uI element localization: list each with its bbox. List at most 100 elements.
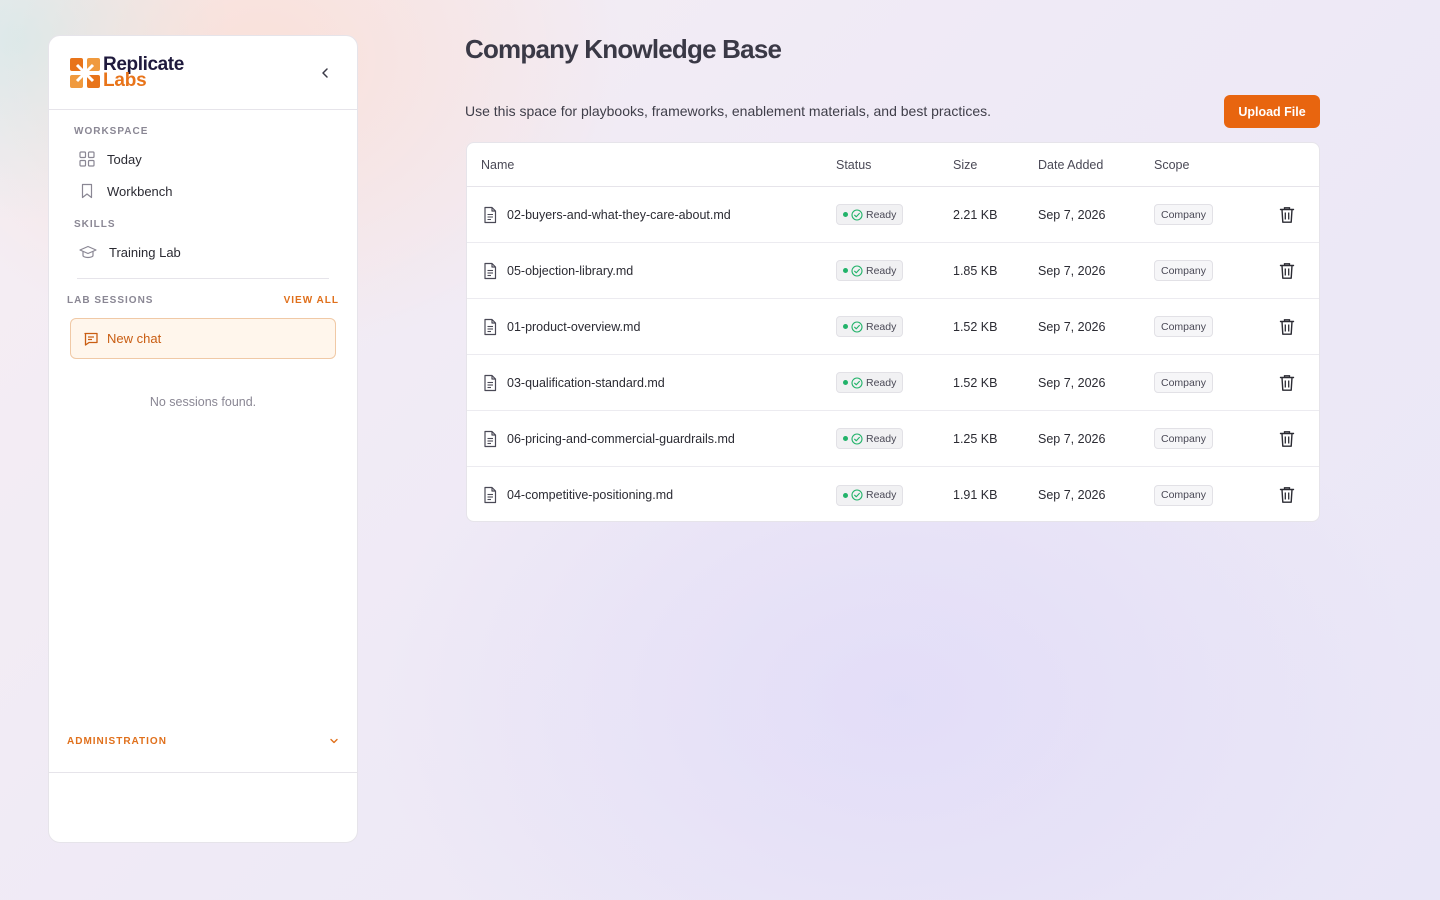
delete-file-button[interactable]: [1278, 486, 1296, 504]
file-size: 1.85 KB: [953, 263, 998, 278]
file-name-cell[interactable]: 04-competitive-positioning.md: [481, 486, 673, 504]
status-dot-icon: [843, 268, 848, 273]
table-row[interactable]: 03-qualification-standard.md Ready 1.52 …: [467, 355, 1319, 411]
status-badge: Ready: [836, 260, 904, 281]
scope-badge: Company: [1154, 484, 1213, 506]
status-dot-icon: [843, 492, 848, 498]
file-name-cell[interactable]: 06-pricing-and-commercial-guardrails.md: [481, 430, 735, 448]
status-text: Ready: [866, 264, 897, 277]
administration-toggle[interactable]: ADMINISTRATION: [49, 729, 357, 753]
brand-name-line2: Labs: [103, 69, 147, 91]
date-added: Sep 7, 2026: [1038, 263, 1106, 278]
file-name: 01-product-overview.md: [507, 319, 641, 334]
sidebar-item-label: Workbench: [107, 183, 173, 199]
table-row[interactable]: 02-buyers-and-what-they-care-about.md Re…: [467, 187, 1319, 243]
scope-badge: Company: [1154, 316, 1213, 337]
status-text: Ready: [866, 320, 897, 333]
file-size: 1.91 KB: [953, 488, 998, 502]
view-all-link[interactable]: VIEW ALL: [284, 295, 339, 306]
status-text: Ready: [866, 489, 897, 501]
sidebar-item-training-lab[interactable]: Training Lab: [49, 236, 357, 268]
status-badge: Ready: [836, 204, 904, 225]
brand-logo[interactable]: Replicate Labs: [69, 55, 184, 91]
chevron-left-icon: [322, 67, 328, 78]
table-row[interactable]: 01-product-overview.md Ready 1.52 KB Sep…: [467, 299, 1319, 355]
scope-badge: Company: [1154, 260, 1213, 281]
graduation-cap-icon: [79, 245, 97, 259]
file-name-cell[interactable]: 02-buyers-and-what-they-care-about.md: [481, 206, 731, 224]
delete-file-button[interactable]: [1278, 206, 1296, 224]
status-dot-icon: [843, 324, 848, 329]
trash-icon: [1279, 487, 1295, 503]
status-badge: Ready: [836, 372, 904, 393]
check-circle-icon: [851, 264, 863, 277]
table-row[interactable]: 06-pricing-and-commercial-guardrails.md …: [467, 411, 1319, 467]
table-body: 02-buyers-and-what-they-care-about.md Re…: [467, 187, 1319, 521]
sidebar-item-today[interactable]: Today: [49, 143, 357, 175]
scope-cell: Company: [1154, 484, 1213, 506]
status-badge: Ready: [836, 316, 904, 337]
status-cell: Ready: [836, 260, 904, 281]
scope-badge: Company: [1154, 428, 1213, 449]
document-icon: [484, 374, 497, 391]
column-header-size[interactable]: Size: [953, 158, 977, 172]
chat-icon: [84, 332, 98, 346]
table-header: Name Status Size Date Added Scope: [467, 143, 1319, 187]
date-added: Sep 7, 2026: [1038, 319, 1106, 334]
new-chat-button[interactable]: New chat: [70, 318, 336, 359]
status-cell: Ready: [836, 428, 904, 449]
lab-sessions-label: LAB SESSIONS: [67, 295, 154, 306]
sidebar-item-workbench[interactable]: Workbench: [49, 175, 357, 207]
status-cell: Ready: [836, 484, 904, 506]
delete-file-button[interactable]: [1278, 430, 1296, 448]
scope-badge: Company: [1154, 372, 1213, 393]
status-dot-icon: [843, 380, 848, 385]
date-added: Sep 7, 2026: [1038, 207, 1106, 222]
scope-cell: Company: [1154, 204, 1213, 225]
file-name-cell[interactable]: 05-objection-library.md: [481, 262, 633, 280]
file-name-cell[interactable]: 03-qualification-standard.md: [481, 374, 665, 392]
scope-cell: Company: [1154, 372, 1213, 393]
logo-mark-icon: [70, 57, 100, 88]
status-text: Ready: [866, 208, 897, 221]
status-cell: Ready: [836, 372, 904, 393]
delete-file-button[interactable]: [1278, 374, 1296, 392]
upload-file-button[interactable]: Upload File: [1224, 95, 1320, 128]
collapse-sidebar-button[interactable]: [313, 61, 337, 85]
sidebar-item-label: Today: [107, 151, 142, 167]
trash-icon: [1279, 262, 1295, 279]
sidebar-divider: [77, 278, 329, 279]
status-cell: Ready: [836, 316, 904, 337]
file-name-cell[interactable]: 01-product-overview.md: [481, 318, 640, 336]
check-circle-icon: [851, 489, 863, 501]
chevron-down-icon: [330, 738, 338, 744]
delete-file-button[interactable]: [1278, 318, 1296, 336]
date-added: Sep 7, 2026: [1038, 488, 1106, 502]
trash-icon: [1279, 374, 1295, 391]
column-header-date-added[interactable]: Date Added: [1038, 158, 1103, 172]
bookmark-icon: [81, 183, 93, 199]
column-header-scope[interactable]: Scope: [1154, 158, 1189, 172]
status-badge: Ready: [836, 484, 904, 506]
lab-sessions-header: LAB SESSIONS VIEW ALL: [49, 295, 357, 306]
trash-icon: [1279, 206, 1295, 223]
skills-section-label: SKILLS: [74, 219, 116, 230]
table-row[interactable]: 04-competitive-positioning.md Ready 1.91…: [467, 467, 1319, 521]
status-dot-icon: [843, 436, 848, 441]
table-row[interactable]: 05-objection-library.md Ready 1.85 KB Se…: [467, 243, 1319, 299]
file-name: 05-objection-library.md: [507, 263, 634, 278]
column-header-name[interactable]: Name: [481, 158, 514, 172]
document-icon: [484, 206, 497, 223]
file-name: 02-buyers-and-what-they-care-about.md: [507, 207, 731, 222]
empty-sessions-text: No sessions found.: [149, 395, 257, 409]
delete-file-button[interactable]: [1278, 262, 1296, 280]
file-size: 2.21 KB: [953, 207, 998, 222]
document-icon: [484, 430, 497, 447]
file-name: 06-pricing-and-commercial-guardrails.md: [507, 431, 735, 446]
document-icon: [484, 318, 497, 335]
file-name: 04-competitive-positioning.md: [507, 488, 674, 502]
file-size: 1.25 KB: [953, 431, 998, 446]
column-header-status[interactable]: Status: [836, 158, 871, 172]
date-added: Sep 7, 2026: [1038, 431, 1106, 446]
check-circle-icon: [851, 432, 863, 445]
